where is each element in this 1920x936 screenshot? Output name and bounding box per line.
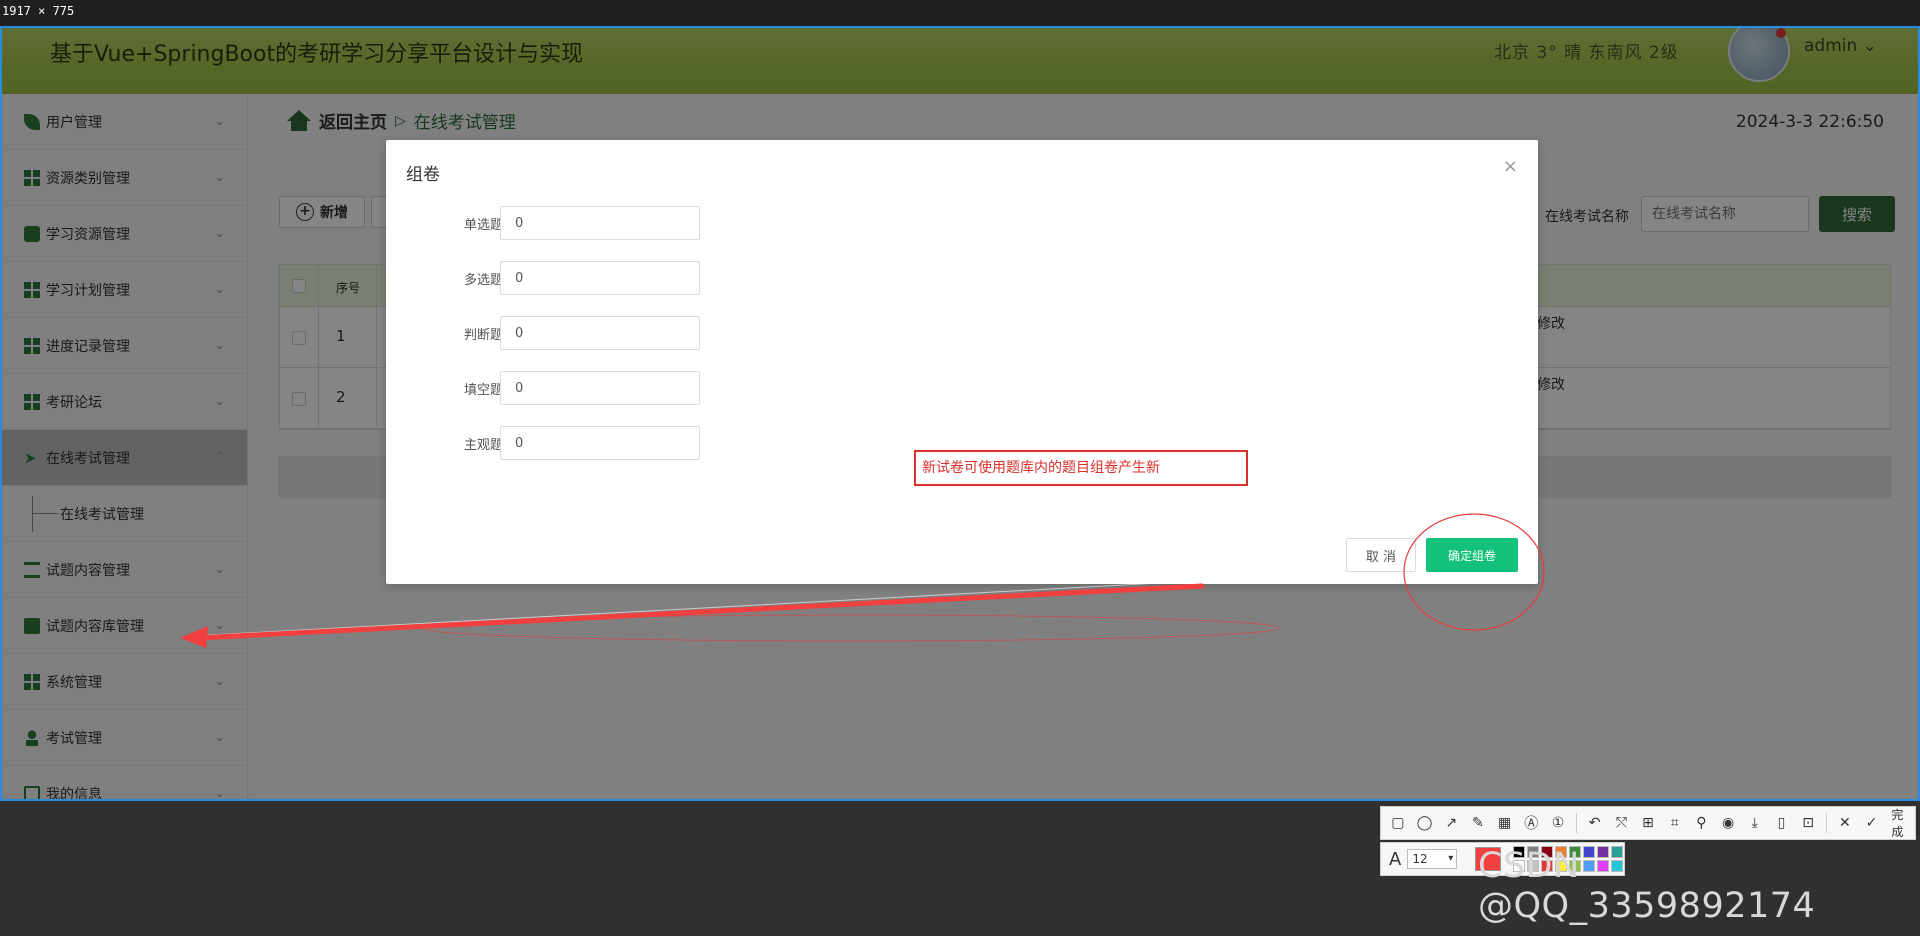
multiple-choice-field: 多选题数 [386, 261, 786, 295]
capture-region: 基于Vue+SpringBoot的考研学习分享平台设计与实现 北京 3° 晴 东… [0, 26, 1920, 801]
text-icon[interactable]: Ⓐ [1522, 814, 1540, 832]
divider [1575, 813, 1577, 833]
done-button[interactable]: 完成 [1891, 806, 1915, 840]
dimension-label: 1917 × 775 [2, 4, 75, 18]
cancel-button[interactable]: 取 消 [1346, 538, 1416, 572]
compose-paper-dialog: 组卷 × 单选题数 多选题数 判断题数 填空题数 主观题数 新试卷可使用题库内的… [386, 140, 1538, 584]
rectangle-icon[interactable]: ▢ [1389, 814, 1407, 832]
fill-blank-field: 填空题数 [386, 371, 786, 405]
pin-icon[interactable]: ⚲ [1693, 814, 1711, 832]
undo-icon[interactable]: ↶ [1586, 814, 1604, 832]
subjective-field: 主观题数 [386, 426, 786, 460]
divider [1825, 813, 1827, 833]
true-false-input[interactable] [500, 316, 700, 350]
scan-icon[interactable]: ⌗ [1666, 814, 1684, 832]
screenshot-tool-bar: 1917 × 775 [0, 0, 1920, 26]
snip-toolbar: ▢ ◯ ↗ ✎ ▦ Ⓐ ① ↶ ⤲ ⊞ ⌗ ⚲ ◉ ⤓ ▯ ⊡ ✕ ✓ 完成 [1380, 806, 1916, 840]
single-choice-input[interactable] [500, 206, 700, 240]
translate-icon[interactable]: ⤲ [1612, 814, 1630, 832]
confirm-compose-button[interactable]: 确定组卷 [1426, 538, 1518, 572]
dialog-title: 组卷 [406, 165, 440, 185]
number-icon[interactable]: ① [1549, 814, 1567, 832]
ellipse-icon[interactable]: ◯ [1416, 814, 1434, 832]
pencil-icon[interactable]: ✎ [1469, 814, 1487, 832]
multiple-choice-input[interactable] [500, 261, 700, 295]
single-choice-field: 单选题数 [386, 206, 786, 240]
record-icon[interactable]: ◉ [1719, 814, 1737, 832]
subjective-input[interactable] [500, 426, 700, 460]
annotation-note: 新试卷可使用题库内的题目组卷产生新 [914, 450, 1248, 486]
fill-blank-input[interactable] [500, 371, 700, 405]
font-icon: A [1389, 848, 1402, 870]
check-icon[interactable]: ✓ [1863, 814, 1881, 832]
close-icon[interactable]: ✕ [1836, 814, 1854, 832]
font-size-select[interactable]: 12 [1407, 849, 1458, 869]
arrow-icon[interactable]: ↗ [1442, 814, 1460, 832]
true-false-field: 判断题数 [386, 316, 786, 350]
bookmark-icon[interactable]: ⊡ [1799, 814, 1817, 832]
mosaic-icon[interactable]: ▦ [1496, 814, 1514, 832]
close-icon[interactable]: × [1503, 156, 1518, 177]
phone-icon[interactable]: ▯ [1773, 814, 1791, 832]
ocr-icon[interactable]: ⊞ [1639, 814, 1657, 832]
download-icon[interactable]: ⤓ [1746, 814, 1764, 832]
watermark: CSDN @QQ_3359892174 [1478, 846, 1816, 926]
